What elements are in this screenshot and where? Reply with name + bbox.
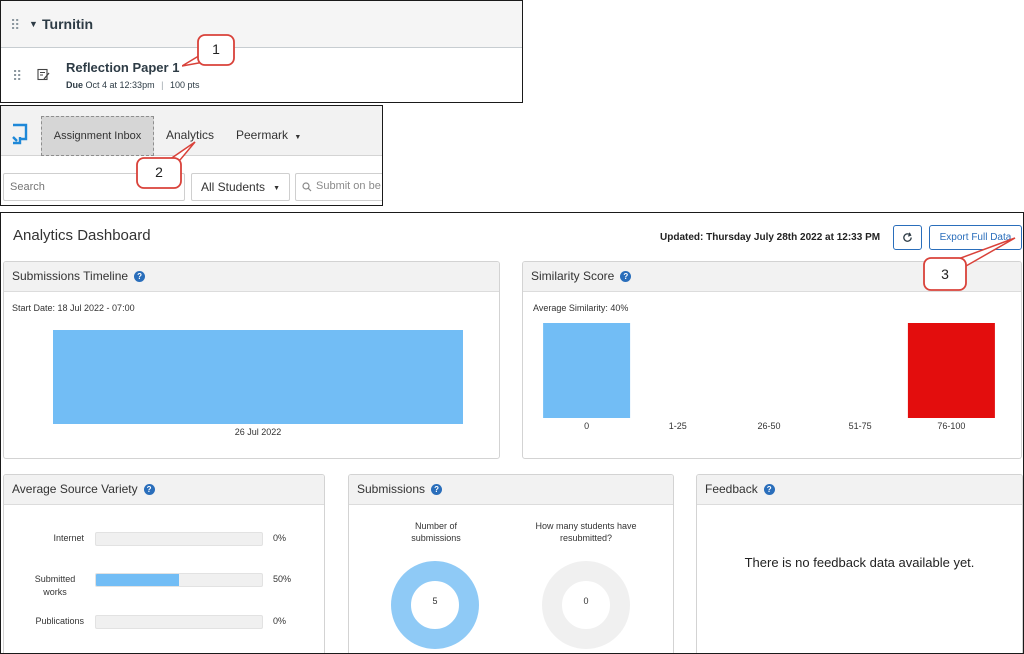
card-title: Feedback — [705, 482, 758, 496]
callout-2: 2 — [135, 140, 201, 190]
similarity-tick-label: 1-25 — [669, 421, 687, 431]
analytics-dashboard-panel: Analytics Dashboard Updated: Thursday Ju… — [0, 212, 1024, 654]
page-title: Analytics Dashboard — [13, 227, 151, 244]
meta-separator: | — [161, 80, 164, 90]
resubmitted-label: How many students have resubmitted? — [535, 521, 637, 543]
search-icon — [302, 182, 312, 195]
similarity-tick-label: 76-100 — [937, 421, 965, 431]
source-bar-publications — [95, 615, 263, 629]
refresh-icon — [903, 232, 912, 242]
callout-bubble-icon — [923, 237, 1016, 291]
similarity-tick-label: 26-50 — [757, 421, 780, 431]
drag-handle-icon[interactable]: ⠿ — [12, 69, 22, 83]
source-pct-submitted-works: 50% — [273, 574, 292, 584]
callout-1: 1 — [181, 34, 238, 70]
source-label-internet: Internet — [53, 533, 84, 543]
resubmitted-count: 0 — [583, 596, 589, 606]
feedback-empty-message: There is no feedback data available yet. — [744, 555, 975, 570]
points: 100 pts — [169, 80, 200, 90]
caret-down-icon: ▼ — [294, 134, 302, 141]
callout-number: 3 — [941, 266, 949, 282]
callout-number: 1 — [212, 41, 220, 57]
timeline-tick-label: 26 Jul 2022 — [235, 427, 282, 437]
submit-on-behalf-placeholder: Submit on be — [316, 180, 381, 192]
assignment-title-link[interactable]: Reflection Paper 1 — [66, 60, 179, 75]
module-header[interactable]: ⠿ ▼ Turnitin — [1, 1, 522, 48]
source-label-submitted-works: Submitted works — [34, 574, 76, 597]
card-title: Submissions — [357, 482, 426, 496]
callout-number: 2 — [155, 164, 163, 180]
source-label-publications: Publications — [35, 616, 84, 626]
submit-on-behalf-search[interactable]: Submit on be — [295, 173, 382, 201]
help-icon[interactable]: ? — [143, 484, 155, 495]
assignment-icon — [37, 68, 50, 86]
card-title: Average Source Variety — [12, 482, 138, 496]
similarity-bar[interactable] — [543, 323, 631, 418]
source-bar-fill — [96, 574, 179, 586]
average-source-variety-card: Average Source Variety ? Internet 0% Sub… — [3, 474, 325, 653]
due-date: Oct 4 at 12:33pm — [85, 80, 155, 90]
student-filter-value: All Students — [201, 180, 266, 194]
caret-down-icon: ▼ — [273, 185, 280, 192]
timeline-bar[interactable] — [53, 330, 463, 424]
source-pct-internet: 0% — [273, 533, 287, 543]
card-header: Average Source Variety ? — [4, 475, 324, 505]
submissions-timeline-card: Submissions Timeline ? Start Date: 18 Ju… — [3, 261, 500, 459]
number-of-submissions-label: Number of submissions — [411, 521, 461, 543]
help-icon[interactable]: ? — [431, 484, 443, 495]
tab-peermark-label: Peermark — [236, 128, 289, 142]
source-bar-submitted-works — [95, 573, 263, 587]
submissions-card: Submissions ? Number of submissions 5 Ho… — [348, 474, 674, 653]
module-title: Turnitin — [42, 16, 94, 32]
similarity-tick-label: 0 — [584, 421, 589, 431]
caret-down-icon[interactable]: ▼ — [29, 19, 38, 29]
assignment-meta: Due Oct 4 at 12:33pm | 100 pts — [66, 80, 199, 90]
updated-timestamp: Updated: Thursday July 28th 2022 at 12:3… — [660, 232, 881, 243]
drag-handle-icon[interactable]: ⠿ — [10, 18, 20, 32]
source-bar-internet — [95, 532, 263, 546]
submissions-count: 5 — [432, 596, 438, 606]
canvas-module-panel: ⠿ ▼ Turnitin ⠿ Reflection Paper 1 Due Oc… — [0, 0, 523, 103]
turnitin-logo-icon[interactable] — [10, 123, 30, 150]
due-label: Due — [66, 80, 84, 90]
timeline-chart-svg: 26 Jul 2022 — [53, 330, 463, 437]
feedback-card: Feedback ? There is no feedback data ava… — [696, 474, 1023, 653]
card-header: Feedback ? — [697, 475, 1022, 505]
similarity-tick-label: 51-75 — [849, 421, 872, 431]
refresh-button[interactable] — [893, 225, 922, 250]
student-filter-select[interactable]: All Students ▼ — [191, 173, 290, 201]
help-icon[interactable]: ? — [763, 484, 775, 495]
card-header: Submissions ? — [349, 475, 673, 505]
similarity-bar[interactable] — [907, 323, 995, 418]
tab-peermark[interactable]: Peermark ▼ — [236, 128, 301, 142]
callout-3: 3 — [920, 236, 1020, 294]
source-pct-publications: 0% — [273, 616, 287, 626]
